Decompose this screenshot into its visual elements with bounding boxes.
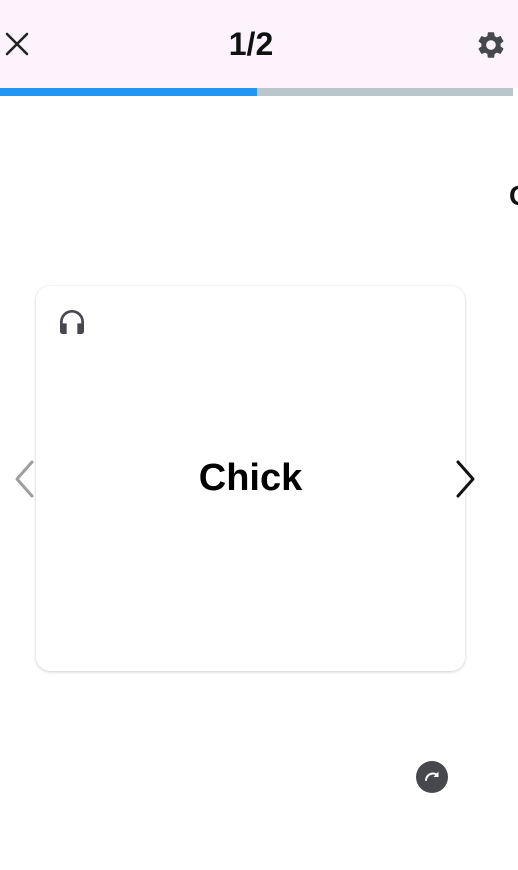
- flashcard[interactable]: Chick: [36, 286, 465, 671]
- card-word: Chick: [198, 457, 303, 499]
- progress-bar: [0, 88, 513, 96]
- next-card-button[interactable]: [448, 456, 484, 502]
- headphones-icon: [60, 310, 84, 334]
- top-app-bar: 1/2: [0, 0, 518, 88]
- chevron-left-icon: [15, 460, 34, 498]
- gear-icon: [478, 32, 504, 58]
- redo-arrow-icon: [425, 771, 439, 781]
- flip-card-button[interactable]: [416, 761, 448, 793]
- settings-button[interactable]: [470, 24, 512, 66]
- play-audio-button[interactable]: [54, 304, 90, 340]
- page-counter: 1/2: [228, 26, 274, 62]
- next-card-peek: C: [509, 176, 518, 216]
- chevron-right-icon: [456, 460, 475, 498]
- progress-bar-fill: [0, 88, 257, 96]
- previous-card-button[interactable]: [6, 456, 42, 502]
